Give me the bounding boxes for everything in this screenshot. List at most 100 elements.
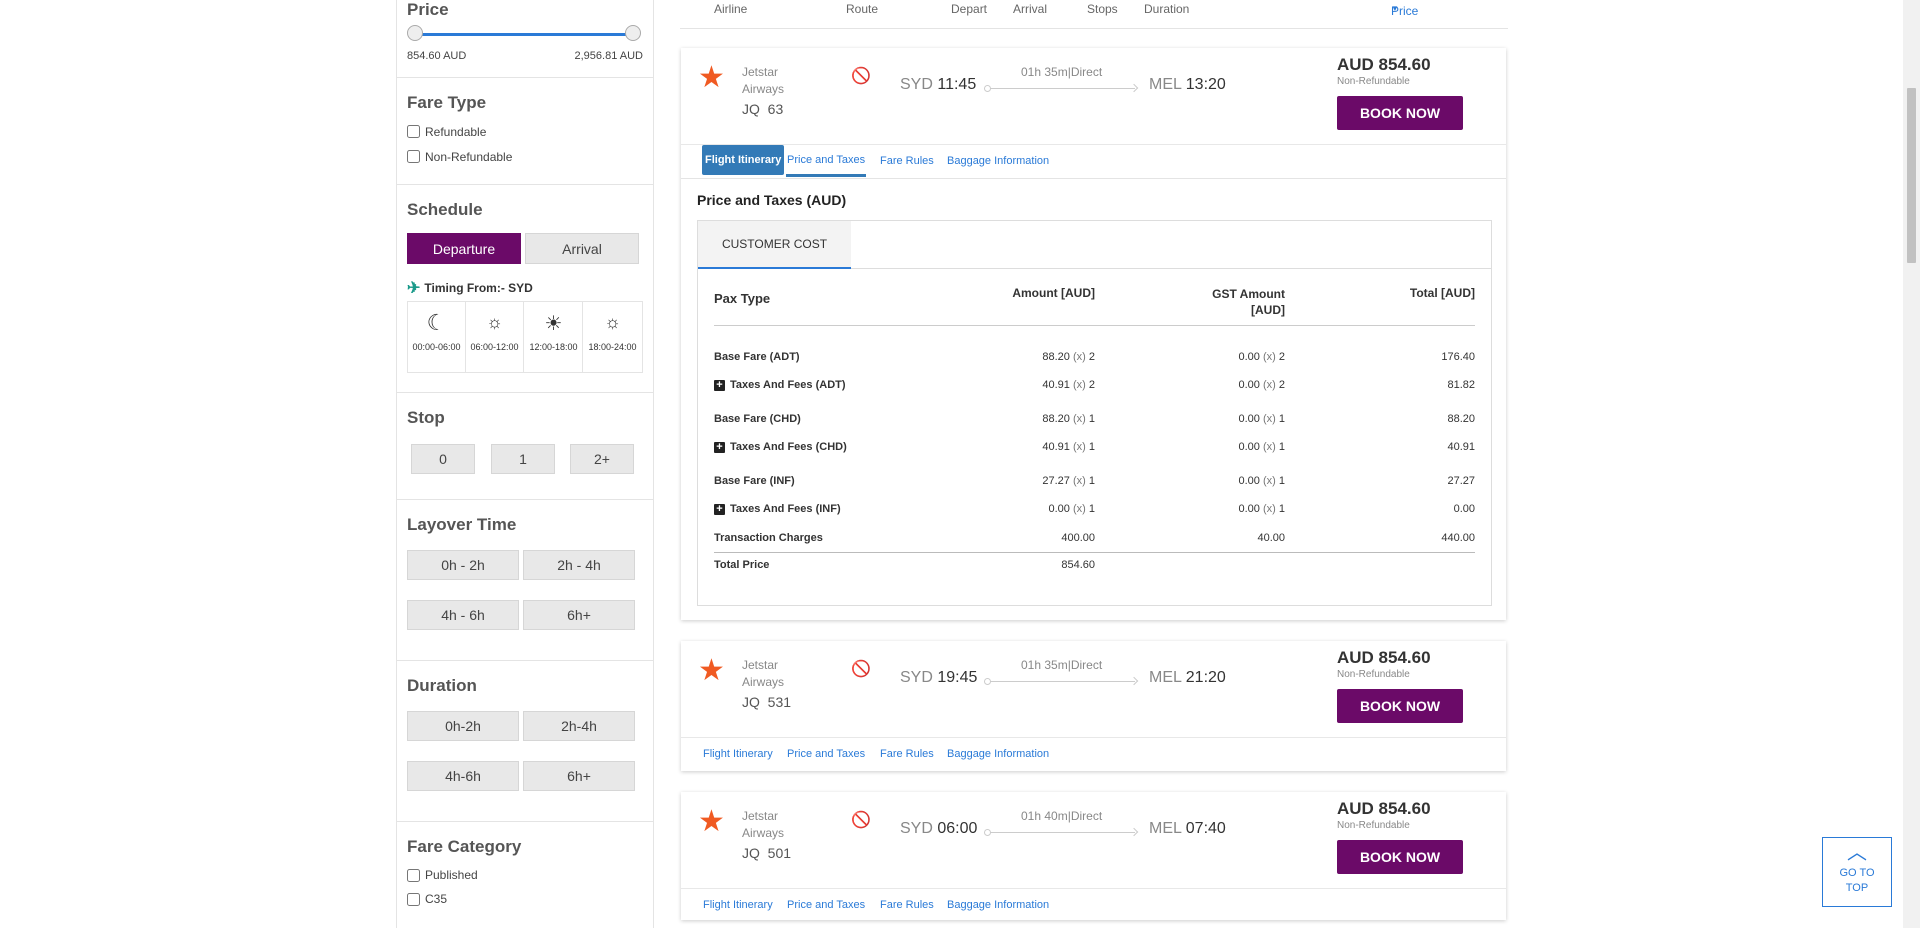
tab-price-and-taxes[interactable]: Price and Taxes: [787, 889, 865, 921]
header-airline[interactable]: Airline: [714, 2, 747, 16]
price-slider-min-handle[interactable]: [407, 25, 423, 41]
schedule-filter: Schedule Departure Arrival ✈ Timing From…: [397, 185, 653, 393]
price-taxes-title: Price and Taxes (AUD): [697, 192, 847, 208]
price-min-label: 854.60 AUD: [407, 50, 467, 62]
layover-filter: Layover Time 0h - 2h 2h - 4h 4h - 6h 6h+: [397, 500, 653, 661]
table-row: Base Fare (ADT) 88.20 (x) 2 0.00 (x) 2 176.…: [714, 348, 1475, 370]
stop-2plus-button[interactable]: 2+: [570, 444, 634, 474]
tab-customer-cost[interactable]: CUSTOMER COST: [698, 221, 851, 269]
refund-status: Non-Refundable: [1337, 820, 1410, 831]
stop-1-button[interactable]: 1: [491, 444, 555, 474]
plane-icon: ✈: [407, 280, 421, 297]
total-cell: 81.82: [1447, 379, 1475, 391]
flight-card: ★ Jetstar Airways JQ 501 🚫 SYD 06:00 01h …: [681, 792, 1506, 920]
duration-6plus-button[interactable]: 6h+: [523, 761, 635, 791]
slot-afternoon[interactable]: ☀ 12:00-18:00: [525, 302, 583, 372]
plus-square-icon[interactable]: +: [714, 441, 725, 453]
refundable-checkbox[interactable]: [407, 125, 420, 138]
amount-cell: 0.00 (x) 1: [1048, 503, 1096, 515]
tab-flight-itinerary[interactable]: Flight Itinerary: [703, 738, 773, 770]
header-stops[interactable]: Stops: [1087, 2, 1118, 16]
tab-baggage-information[interactable]: Baggage Information: [947, 889, 1049, 921]
flight-duration: 01h 35m|Direct: [1021, 65, 1103, 79]
tab-fare-rules[interactable]: Fare Rules: [880, 738, 934, 770]
airline-name: Jetstar Airways: [742, 65, 785, 96]
tab-fare-rules[interactable]: Fare Rules: [880, 889, 934, 921]
fare-category-filter: Fare Category Published C35: [397, 822, 653, 934]
duration-2-4-button[interactable]: 2h-4h: [523, 711, 635, 741]
tab-baggage-information[interactable]: Baggage Information: [947, 738, 1049, 770]
price-slider-track[interactable]: [415, 33, 633, 36]
sun-icon: ☀: [544, 313, 563, 335]
detail-tabs: Flight Itinerary Price and Taxes Fare Ru…: [681, 888, 1506, 923]
plus-square-icon[interactable]: +: [714, 503, 725, 515]
layover-title: Layover Time: [407, 515, 517, 534]
filter-sidebar: Price 854.60 AUD 2,956.81 AUD Fare Type …: [396, 0, 654, 928]
tab-flight-itinerary[interactable]: Flight Itinerary: [702, 145, 785, 175]
table-row: + Taxes And Fees (ADT) 40.91 (x) 2 0.00 (x)…: [714, 376, 1475, 398]
arrival: MEL 07:40: [1149, 820, 1226, 837]
jetstar-logo-icon: ★: [698, 61, 725, 94]
tab-price-and-taxes[interactable]: Price and Taxes: [787, 738, 865, 770]
duration-0-2-button[interactable]: 0h-2h: [407, 711, 519, 741]
row-label[interactable]: + Taxes And Fees (CHD): [714, 441, 847, 453]
tab-baggage-information[interactable]: Baggage Information: [947, 145, 1049, 177]
row-label[interactable]: + Taxes And Fees (INF): [714, 503, 841, 515]
book-now-button[interactable]: BOOK NOW: [1337, 840, 1463, 874]
published-option[interactable]: Published: [407, 863, 643, 887]
non-refundable-option[interactable]: Non-Refundable: [407, 144, 643, 169]
plus-square-icon[interactable]: +: [714, 379, 725, 391]
published-checkbox[interactable]: [407, 868, 420, 882]
header-arrival[interactable]: Arrival: [1013, 2, 1047, 16]
book-now-button[interactable]: BOOK NOW: [1337, 689, 1463, 723]
layover-0-2-button[interactable]: 0h - 2h: [407, 550, 519, 580]
slot-night[interactable]: ☾ 00:00-06:00: [408, 302, 466, 372]
slot-morning[interactable]: ☼ 06:00-12:00: [466, 302, 524, 372]
non-refundable-checkbox[interactable]: [407, 150, 420, 163]
layover-4-6-button[interactable]: 4h - 6h: [407, 600, 519, 630]
arrival-tab[interactable]: Arrival: [525, 233, 639, 264]
transaction-row: Transaction Charges 400.00 40.00 440.00: [714, 532, 1475, 544]
price-filter: Price 854.60 AUD 2,956.81 AUD: [397, 0, 653, 78]
departure-tab[interactable]: Departure: [407, 233, 521, 264]
tab-flight-itinerary[interactable]: Flight Itinerary: [703, 889, 773, 921]
layover-2-4-button[interactable]: 2h - 4h: [523, 550, 635, 580]
go-to-top-button[interactable]: ︿ GO TO TOP: [1822, 837, 1892, 907]
amount-cell: 40.91 (x) 1: [1042, 441, 1095, 453]
scrollbar[interactable]: [1903, 0, 1920, 928]
departure: SYD 06:00: [900, 820, 978, 837]
schedule-title: Schedule: [407, 200, 483, 219]
tab-price-and-taxes[interactable]: Price and Taxes: [786, 145, 867, 177]
amount-cell: 88.20 (x) 1: [1042, 413, 1095, 425]
refund-status: Non-Refundable: [1337, 76, 1410, 87]
gst-cell: 0.00 (x) 2: [1238, 379, 1286, 391]
stop-0-button[interactable]: 0: [411, 444, 475, 474]
airline-name: Jetstar Airways: [742, 809, 785, 840]
route-line: [984, 678, 1135, 685]
stop-title: Stop: [407, 408, 445, 427]
refundable-option[interactable]: Refundable: [407, 119, 643, 144]
price-table: Pax Type Amount [AUD] GST Amount [AUD] T…: [714, 286, 1475, 573]
tab-fare-rules[interactable]: Fare Rules: [880, 145, 934, 177]
price-slider-max-handle[interactable]: [625, 25, 641, 41]
fare-type-filter: Fare Type Refundable Non-Refundable: [397, 78, 653, 185]
header-route[interactable]: Route: [846, 2, 878, 16]
amount-cell: 27.27 (x) 1: [1042, 475, 1095, 487]
c35-option[interactable]: C35: [407, 887, 643, 911]
row-label: Base Fare (INF): [714, 475, 795, 487]
slot-evening[interactable]: ☼ 18:00-24:00: [584, 302, 641, 372]
header-depart[interactable]: Depart: [951, 2, 987, 16]
table-row: Base Fare (INF) 27.27 (x) 1 0.00 (x) 1 27.2…: [714, 472, 1475, 494]
amount-cell: 40.91 (x) 2: [1042, 379, 1095, 391]
row-label[interactable]: + Taxes And Fees (ADT): [714, 379, 846, 391]
c35-checkbox[interactable]: [407, 892, 420, 906]
duration-4-6-button[interactable]: 4h-6h: [407, 761, 519, 791]
total-cell: 176.40: [1441, 351, 1475, 363]
header-duration[interactable]: Duration: [1144, 2, 1189, 16]
layover-6plus-button[interactable]: 6h+: [523, 600, 635, 630]
scrollbar-thumb[interactable]: [1907, 88, 1916, 263]
moon-icon: ☾: [426, 310, 447, 335]
price-max-label: 2,956.81 AUD: [574, 50, 644, 62]
duration-filter: Duration 0h-2h 2h-4h 4h-6h 6h+: [397, 661, 653, 822]
book-now-button[interactable]: BOOK NOW: [1337, 96, 1463, 130]
